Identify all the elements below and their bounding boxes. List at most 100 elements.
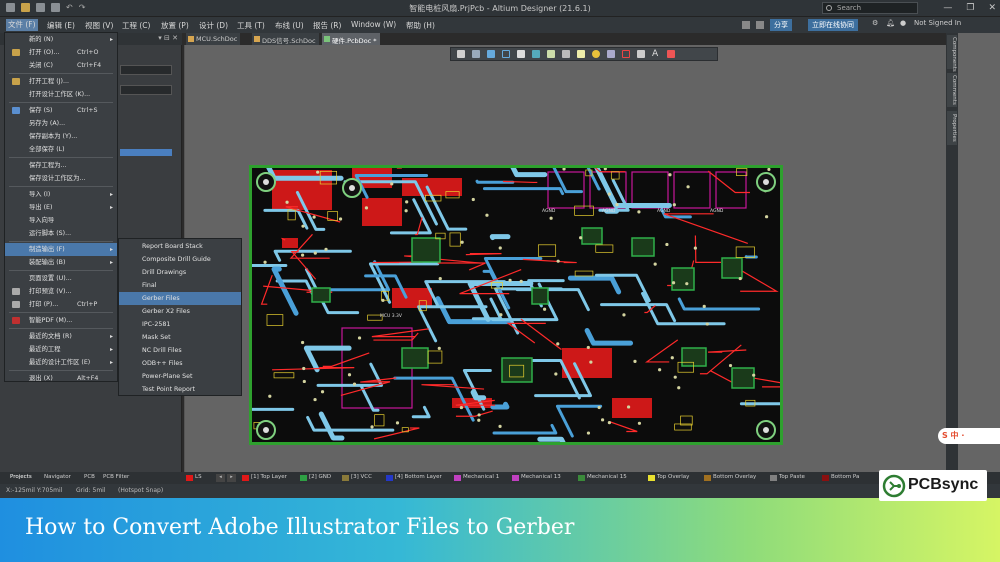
panel-properties[interactable]: Properties: [947, 111, 957, 145]
panel-comments[interactable]: Comments: [947, 73, 957, 107]
monitor-icon[interactable]: [756, 21, 764, 29]
file-menu-item[interactable]: 打开设计工作区 (K)...: [5, 88, 117, 101]
layer-tab[interactable]: Top Paste: [770, 474, 805, 481]
filter-icon[interactable]: [457, 50, 465, 58]
route-icon[interactable]: [472, 50, 480, 58]
file-menu-item[interactable]: 最近的工程 ▸: [5, 343, 117, 356]
fabrication-menu-item[interactable]: Power-Plane Set: [119, 370, 241, 383]
keepout-icon[interactable]: [622, 50, 630, 58]
user-icon[interactable]: ●: [900, 19, 906, 27]
fabrication-menu-item[interactable]: IPC-2581: [119, 318, 241, 331]
layer-tab[interactable]: Mechanical 13: [512, 474, 561, 481]
layer-tab[interactable]: [2] GND: [300, 474, 331, 481]
menu-design[interactable]: 设计 (D): [199, 20, 228, 31]
settings-icon[interactable]: [742, 21, 750, 29]
menu-route[interactable]: 布线 (U): [275, 20, 304, 31]
file-menu-item[interactable]: 关闭 (C) Ctrl+F4: [5, 59, 117, 72]
fabrication-menu-item[interactable]: Gerber Files: [119, 292, 241, 305]
interactive-route-icon[interactable]: [532, 50, 540, 58]
panel-search-field[interactable]: [120, 65, 172, 75]
fabrication-menu-item[interactable]: NC Drill Files: [119, 344, 241, 357]
layer-next-icon[interactable]: ▸: [227, 474, 236, 482]
tab-mcu-schdoc[interactable]: MCU.SchDoc: [186, 33, 241, 45]
menu-edit[interactable]: 编辑 (E): [47, 20, 75, 31]
file-menu-item[interactable]: 运行脚本 (S)...: [5, 227, 117, 240]
fabrication-menu-item[interactable]: Report Board Stack: [119, 240, 241, 253]
fill-icon[interactable]: [562, 50, 570, 58]
dimension-icon[interactable]: [637, 50, 645, 58]
layer-tab[interactable]: Mechanical 15: [578, 474, 627, 481]
tab-pcbdoc[interactable]: 硬件.PcbDoc *: [322, 33, 380, 45]
file-menu-item[interactable]: 装配输出 (B) ▸: [5, 256, 117, 269]
polygon-icon[interactable]: [607, 50, 615, 58]
tab-navigator[interactable]: Navigator: [44, 474, 71, 480]
text-icon[interactable]: A: [652, 50, 660, 59]
layer-tab[interactable]: Top Overlay: [648, 474, 689, 481]
file-menu-item[interactable]: 最近的设计工作区 (E) ▸: [5, 356, 117, 369]
layer-prev-icon[interactable]: ◂: [216, 474, 225, 482]
fabrication-menu-item[interactable]: Drill Drawings: [119, 266, 241, 279]
menu-reports[interactable]: 报告 (R): [313, 20, 341, 31]
layer-tab[interactable]: Mechanical 1: [454, 474, 499, 481]
menu-window[interactable]: Window (W): [351, 20, 396, 29]
file-menu-item[interactable]: 智能PDF (M)...: [5, 314, 117, 327]
minimize-button[interactable]: —: [943, 3, 952, 13]
fabrication-menu-item[interactable]: Composite Drill Guide: [119, 253, 241, 266]
layer-tab[interactable]: [1] Top Layer: [242, 474, 287, 481]
menu-help[interactable]: 帮助 (H): [406, 20, 435, 31]
tab-projects[interactable]: Projects: [10, 474, 32, 480]
pad-icon[interactable]: [577, 50, 585, 58]
file-menu-item[interactable]: 新的 (N) ▸: [5, 33, 117, 46]
file-menu-item[interactable]: 全部保存 (L): [5, 143, 117, 156]
menu-tools[interactable]: 工具 (T): [237, 20, 265, 31]
tab-pcb[interactable]: PCB: [84, 474, 95, 480]
maximize-button[interactable]: ❐: [966, 3, 974, 13]
fabrication-menu-item[interactable]: Mask Set: [119, 331, 241, 344]
fabrication-menu-item[interactable]: Test Point Report: [119, 383, 241, 396]
fabrication-menu-item[interactable]: Final: [119, 279, 241, 292]
menu-project[interactable]: 工程 (C): [122, 20, 150, 31]
layer-tab[interactable]: Bottom Overlay: [704, 474, 756, 481]
file-menu-item[interactable]: 打开 (O)... Ctrl+O: [5, 46, 117, 59]
fabrication-menu-item[interactable]: ODB++ Files: [119, 357, 241, 370]
via-icon[interactable]: [592, 50, 600, 58]
crosshair-icon[interactable]: [487, 50, 495, 58]
file-menu-item[interactable]: 保存 (S) Ctrl+S: [5, 104, 117, 117]
layer-tab[interactable]: [4] Bottom Layer: [386, 474, 442, 481]
online-collab-button[interactable]: 立即在线协同: [808, 19, 858, 31]
tab-dds-schdoc[interactable]: DDS信号.SchDoc: [252, 33, 319, 45]
bell-icon[interactable]: 🔔︎: [886, 19, 895, 27]
file-menu-item[interactable]: 制造输出 (F) ▸: [5, 243, 117, 256]
panel-controls[interactable]: ▾ ⊟ ✕: [158, 34, 178, 42]
select-rect-icon[interactable]: [502, 50, 510, 58]
layer-tab[interactable]: Bottom Pa: [822, 474, 859, 481]
file-menu-item[interactable]: 导入 (I) ▸: [5, 188, 117, 201]
file-menu-item[interactable]: 保存副本为 (Y)...: [5, 130, 117, 143]
menu-place[interactable]: 放置 (P): [161, 20, 189, 31]
line-icon[interactable]: [667, 50, 675, 58]
layer-tab[interactable]: LS: [186, 474, 202, 481]
menu-file[interactable]: 文件 (F): [6, 19, 38, 31]
file-menu-item[interactable]: 导出 (E) ▸: [5, 201, 117, 214]
menu-view[interactable]: 视图 (V): [85, 20, 113, 31]
gear-icon[interactable]: ⚙: [872, 19, 878, 27]
tab-pcb-filter[interactable]: PCB Filter: [103, 474, 129, 480]
file-menu-item[interactable]: 保存设计工作区为...: [5, 172, 117, 185]
file-menu-item[interactable]: 最近的文档 (R) ▸: [5, 330, 117, 343]
file-menu-item[interactable]: 另存为 (A)...: [5, 117, 117, 130]
file-menu-item[interactable]: 打印预览 (V)...: [5, 285, 117, 298]
selected-tree-item[interactable]: [120, 149, 172, 156]
file-menu-item[interactable]: 页面设置 (U)...: [5, 272, 117, 285]
component-icon[interactable]: [517, 50, 525, 58]
file-menu-item[interactable]: 打开工程 (J)...: [5, 75, 117, 88]
sign-in-status[interactable]: Not Signed In: [914, 19, 961, 27]
layer-tab[interactable]: [3] VCC: [342, 474, 372, 481]
file-menu-item[interactable]: 导入向导: [5, 214, 117, 227]
panel-filter-field[interactable]: [120, 85, 172, 95]
file-menu-item[interactable]: 保存工程为...: [5, 159, 117, 172]
close-button[interactable]: ✕: [988, 3, 996, 13]
share-button[interactable]: 分享: [770, 19, 792, 31]
panel-components[interactable]: Components: [947, 35, 957, 72]
pcb-board[interactable]: AGND AGND AGND AGND MCU 3.3V: [249, 165, 783, 445]
fabrication-menu-item[interactable]: Gerber X2 Files: [119, 305, 241, 318]
